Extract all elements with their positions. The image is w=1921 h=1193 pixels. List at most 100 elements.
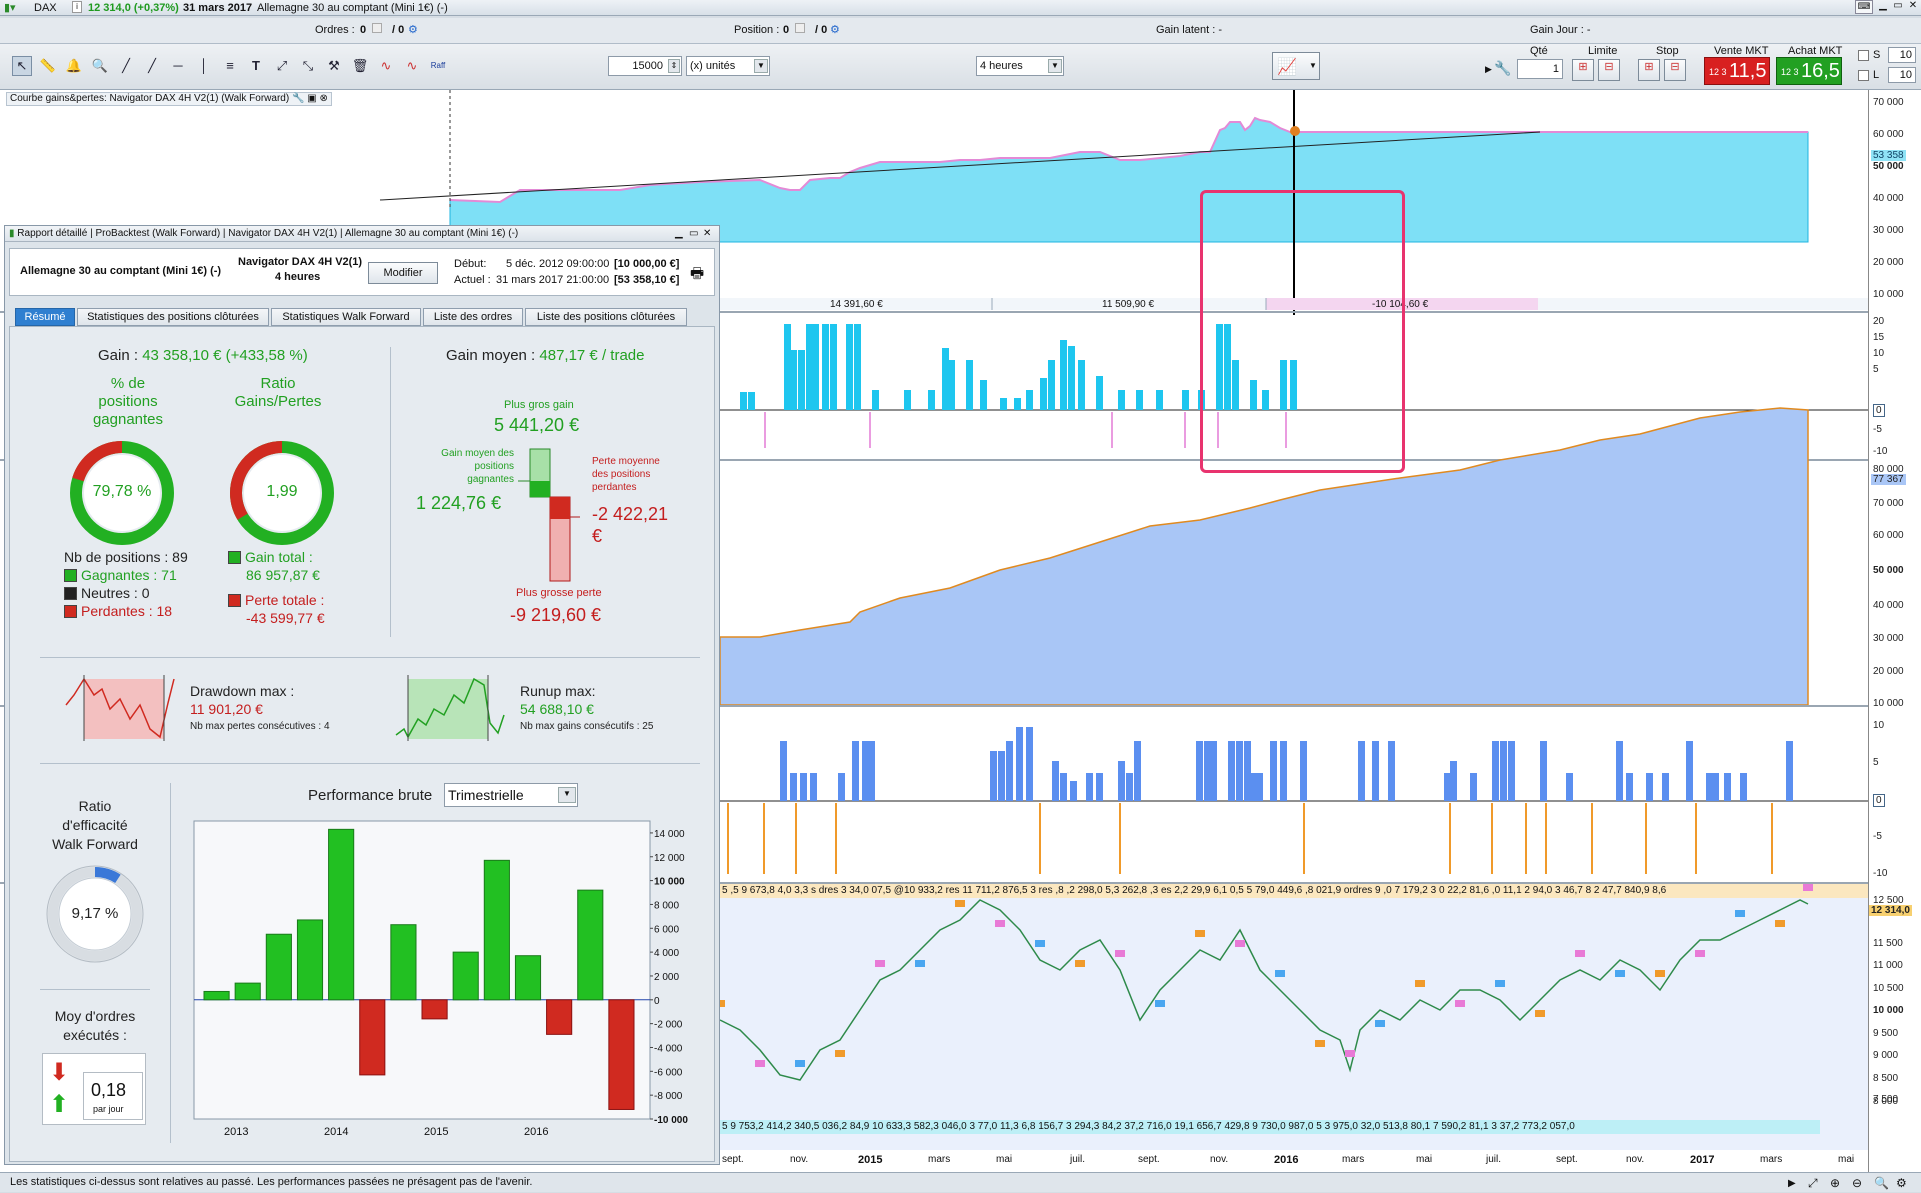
trade-marker	[1415, 980, 1425, 987]
indicator-icon[interactable]: ∿	[376, 56, 396, 76]
s-checkbox[interactable]	[1858, 50, 1869, 61]
pane4-bar	[1204, 741, 1211, 801]
window-icon[interactable]: ▣	[307, 93, 316, 104]
qte-value: 1	[1552, 63, 1559, 75]
stop-sell-button[interactable]: ⊟	[1664, 59, 1686, 81]
ratio-label: Ratio Gains/Pertes	[234, 375, 322, 410]
buy-market-button[interactable]: 12 3 16,5	[1776, 57, 1842, 85]
minimize-icon[interactable]: ▁	[1876, 0, 1890, 14]
modify-button[interactable]: Modifier	[368, 262, 438, 284]
indicator2-icon[interactable]: ∿	[402, 56, 422, 76]
instrument-name[interactable]: DAX	[34, 2, 57, 14]
moy-box: ⬇ ⬆ 0,18 par jour	[42, 1053, 146, 1125]
close-icon[interactable]: ⊗	[319, 93, 327, 104]
zoom-out-icon[interactable]: ⊖	[1852, 1174, 1862, 1192]
magnet-icon[interactable]: ⚒	[324, 56, 344, 76]
close-icon[interactable]: ✕	[703, 226, 711, 241]
wrench-icon[interactable]: 🔧	[292, 93, 304, 104]
cross-tool-icon[interactable]: ⤡	[298, 56, 318, 76]
pointer-icon[interactable]: ↖	[12, 56, 32, 76]
fit-icon[interactable]: ⤢	[1808, 1174, 1818, 1192]
tab-resume[interactable]: Résumé	[15, 308, 75, 326]
zoom-in-icon[interactable]: ⊕	[1830, 1174, 1840, 1192]
position-total[interactable]: / 0	[815, 24, 827, 36]
s-input[interactable]: 10	[1888, 47, 1916, 63]
perf-bar	[265, 933, 292, 1001]
fibonacci-icon[interactable]: ≡	[220, 56, 240, 76]
l-checkbox[interactable]	[1858, 70, 1869, 81]
minimize-icon[interactable]: ▁	[675, 226, 683, 241]
pane2-bar	[1000, 398, 1007, 410]
sell-market-button[interactable]: 12 3 11,5	[1704, 57, 1770, 85]
qte-input[interactable]: 1	[1517, 59, 1563, 79]
perf-select[interactable]: Trimestrielle ▼	[444, 783, 578, 807]
arrow-tool-icon[interactable]: ⤢	[272, 56, 292, 76]
stop-buy-button[interactable]: ⊞	[1638, 59, 1660, 81]
perf-x-label: 2015	[424, 1126, 448, 1138]
chart1-title[interactable]: Courbe gains&pertes: Navigator DAX 4H V2…	[6, 92, 332, 106]
x-label: nov.	[790, 1154, 809, 1165]
tab-liste-positions[interactable]: Liste des positions clôturées	[525, 308, 687, 326]
chevron-down-icon[interactable]: ▼	[1048, 59, 1062, 73]
runup-label: Runup max:	[520, 683, 596, 699]
scroll-right-icon[interactable]: ▶	[1788, 1175, 1796, 1193]
y-axis-panel[interactable]: 70 000 60 000 50 000 40 000 30 000 20 00…	[1868, 90, 1921, 1172]
tab-stats-walk-forward[interactable]: Statistiques Walk Forward	[271, 308, 421, 326]
alert-bell-icon[interactable]: 🔔	[64, 56, 84, 76]
restore-icon[interactable]: ▭	[689, 226, 698, 241]
info-icon[interactable]: i	[72, 1, 82, 13]
spinner-icon[interactable]: ⇕	[668, 59, 680, 73]
chart-icon[interactable]: ▮▾	[4, 1, 16, 14]
panel-header[interactable]: ▮ Rapport détaillé | ProBacktest (Walk F…	[5, 226, 719, 242]
pane4-bar	[1358, 741, 1365, 801]
x-label: mars	[1760, 1154, 1783, 1165]
expand-arrow-icon[interactable]: ▶	[1485, 64, 1492, 75]
moy-value: 0,18	[91, 1080, 127, 1100]
zoom-icon[interactable]: 🔍	[1874, 1174, 1889, 1192]
ruler-icon[interactable]: 📏	[38, 56, 58, 76]
position-close-icon[interactable]	[795, 23, 805, 33]
chevron-down-icon[interactable]: ▼	[754, 59, 768, 73]
limit-sell-button[interactable]: ⊟	[1598, 59, 1620, 81]
y-tick: 20 000	[1873, 666, 1904, 677]
y-tick: -10	[1873, 446, 1888, 457]
close-icon[interactable]: ✕	[1906, 0, 1920, 14]
trendline-icon[interactable]: ╱	[116, 56, 136, 76]
wrench-icon[interactable]: 🔧	[1494, 60, 1511, 77]
tab-stats-positions[interactable]: Statistiques des positions clôturées	[77, 308, 269, 326]
y-tick: 50 000	[1873, 161, 1904, 172]
limit-buy-button[interactable]: ⊞	[1572, 59, 1594, 81]
tab-liste-ordres[interactable]: Liste des ordres	[423, 308, 523, 326]
zoom-icon[interactable]: 🔍	[90, 56, 110, 76]
raff-icon[interactable]: Raff	[428, 56, 448, 76]
settings-icon[interactable]: ⚙	[408, 23, 418, 36]
settings-icon[interactable]: ⚙	[1896, 1174, 1907, 1192]
orders-total[interactable]: / 0	[392, 24, 404, 36]
ray-icon[interactable]: ╱	[142, 56, 162, 76]
restore-icon[interactable]: ▭	[1891, 0, 1905, 14]
price-pane-bg	[720, 884, 1868, 1150]
pane4-bar	[1662, 773, 1669, 801]
chart-type-button[interactable]: 📈 ▼	[1272, 52, 1320, 80]
print-icon[interactable]: 🖶	[690, 263, 704, 288]
perf-y-tick: 6 000	[654, 924, 679, 935]
orders-close-icon[interactable]	[372, 23, 382, 33]
y-tick: 20 000	[1873, 257, 1904, 268]
report-panel[interactable]: ▮ Rapport détaillé | ProBacktest (Walk F…	[4, 225, 720, 1165]
units-input[interactable]: 15000 ⇕	[608, 56, 682, 76]
plus-gros-gain: 5 441,20 €	[494, 415, 580, 435]
l-input[interactable]: 10	[1888, 67, 1916, 83]
orders-count[interactable]: 0	[360, 24, 366, 36]
unit-select[interactable]: (x) unités ▼	[686, 56, 770, 76]
horizontal-line-icon[interactable]: ─	[168, 56, 188, 76]
trash-icon[interactable]: 🗑	[350, 56, 370, 76]
position-count[interactable]: 0	[783, 24, 789, 36]
period-select[interactable]: 4 heures ▼	[976, 56, 1064, 76]
y-tick: 10 000	[1873, 1005, 1904, 1016]
y-tick: 10	[1873, 720, 1885, 731]
text-icon[interactable]: T	[246, 56, 266, 76]
position-settings-icon[interactable]: ⚙	[830, 23, 840, 36]
chevron-down-icon[interactable]: ▼	[558, 787, 576, 803]
vertical-line-icon[interactable]: │	[194, 56, 214, 76]
keyboard-icon[interactable]: ⌨	[1855, 0, 1873, 14]
